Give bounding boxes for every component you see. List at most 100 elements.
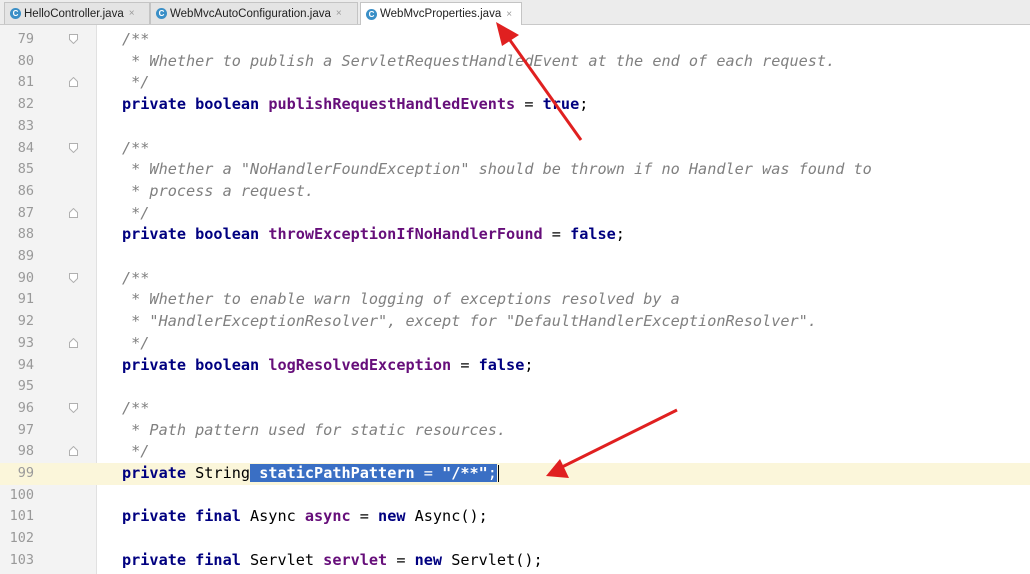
code-text: /** — [122, 268, 149, 290]
code-text: */ — [122, 441, 149, 463]
code-line[interactable]: 82 private boolean publishRequestHandledE… — [0, 94, 1030, 116]
close-icon[interactable]: × — [129, 8, 135, 19]
code-line[interactable]: 79 /** — [0, 29, 1030, 51]
code-token: false — [570, 225, 616, 244]
line-number: 91 — [17, 291, 34, 308]
fold-open-icon[interactable] — [69, 142, 78, 153]
code-token: * Whether to enable warn logging of exce… — [122, 290, 680, 309]
code-token: private final — [122, 550, 251, 569]
code-text: * process a request. — [122, 181, 314, 203]
code-token: Async — [250, 507, 305, 526]
tab-webmvc-auto-configuration[interactable]: C WebMvcAutoConfiguration.java × — [150, 2, 358, 24]
code-line[interactable]: 103 private final Servlet servlet = new S… — [0, 550, 1030, 572]
selected-token: staticPathPattern — [259, 464, 415, 482]
code-token: Servlet(); — [451, 550, 543, 569]
code-token: ; — [579, 95, 589, 114]
code-text: * Whether to enable warn logging of exce… — [122, 289, 680, 311]
selected-token: "/**" — [442, 464, 488, 482]
code-line[interactable]: 84 /** — [0, 138, 1030, 160]
code-line[interactable]: 95 — [0, 376, 1030, 398]
code-token: private — [122, 464, 196, 482]
close-icon[interactable]: × — [336, 8, 342, 19]
code-line[interactable]: 97 * Path pattern used for static resour… — [0, 420, 1030, 442]
line-number: 90 — [17, 269, 34, 286]
code-token: async — [304, 507, 351, 526]
code-text: private final Servlet servlet = new Serv… — [122, 550, 543, 572]
code-line[interactable]: 96 /** — [0, 398, 1030, 420]
code-line[interactable]: 87 */ — [0, 203, 1030, 225]
line-number: 79 — [17, 31, 34, 47]
code-token: */ — [122, 203, 150, 222]
code-text: */ — [122, 333, 149, 355]
code-token: /** — [122, 138, 150, 157]
code-token: * "HandlerExceptionResolver", except for… — [122, 312, 817, 331]
code-line[interactable]: 90 /** — [0, 268, 1030, 290]
fold-open-icon[interactable] — [69, 272, 78, 283]
fold-close-icon[interactable] — [69, 337, 78, 348]
line-number: 96 — [17, 399, 34, 416]
code-token: ; — [615, 225, 625, 244]
code-token: * process a request. — [122, 181, 315, 200]
line-number: 100 — [9, 486, 34, 503]
code-text: */ — [122, 72, 149, 94]
code-text: * Path pattern used for static resources… — [122, 420, 506, 442]
tab-label: WebMvcAutoConfiguration.java — [170, 7, 331, 20]
code-line[interactable]: 92 * "HandlerExceptionResolver", except … — [0, 311, 1030, 333]
code-token: logResolvedException — [268, 355, 452, 374]
code-token: */ — [122, 333, 150, 352]
code-token: */ — [122, 73, 150, 92]
code-token: new — [378, 507, 415, 526]
code-line[interactable]: 86 * process a request. — [0, 181, 1030, 203]
line-number: 92 — [17, 313, 34, 330]
code-token: = — [387, 550, 415, 569]
code-line-current[interactable]: 99 private String staticPathPattern = "/*… — [0, 463, 1030, 485]
line-number: 99 — [17, 465, 34, 481]
code-text: * "HandlerExceptionResolver", except for… — [122, 311, 817, 333]
line-number: 93 — [17, 334, 34, 351]
tab-hello-controller[interactable]: C HelloController.java × — [4, 2, 150, 24]
code-token: new — [414, 550, 452, 569]
code-line[interactable]: 83 — [0, 116, 1030, 138]
code-line[interactable]: 81 */ — [0, 72, 1030, 94]
line-number: 94 — [17, 356, 34, 373]
fold-close-icon[interactable] — [69, 77, 78, 88]
code-line[interactable]: 94 private boolean logResolvedException =… — [0, 355, 1030, 377]
code-token: /** — [122, 398, 150, 417]
class-icon: C — [10, 8, 21, 19]
code-token: Async(); — [414, 507, 488, 526]
line-number: 103 — [9, 551, 34, 568]
code-line[interactable]: 100 — [0, 485, 1030, 507]
code-editor[interactable]: 79 /** 80 * Whether to publish a ServletRe… — [0, 25, 1030, 574]
fold-close-icon[interactable] — [69, 207, 78, 218]
code-line[interactable]: 89 — [0, 246, 1030, 268]
close-icon[interactable]: × — [506, 9, 512, 20]
code-line[interactable]: 93 */ — [0, 333, 1030, 355]
code-text: * Whether a "NoHandlerFoundException" sh… — [122, 159, 872, 181]
fold-open-icon[interactable] — [69, 402, 78, 413]
fold-open-icon[interactable] — [69, 34, 78, 44]
code-line[interactable]: 91 * Whether to enable warn logging of e… — [0, 289, 1030, 311]
line-number: 81 — [17, 74, 34, 91]
code-token: publishRequestHandledEvents — [268, 95, 516, 114]
code-token: ; — [524, 355, 534, 374]
selected-token: ; — [487, 464, 497, 482]
code-line[interactable]: 85 * Whether a "NoHandlerFoundException"… — [0, 159, 1030, 181]
fold-close-icon[interactable] — [69, 446, 78, 457]
code-token: private boolean — [122, 355, 269, 374]
line-number: 88 — [17, 226, 34, 243]
line-number: 89 — [17, 248, 34, 264]
code-line[interactable]: 98 */ — [0, 441, 1030, 463]
code-line[interactable]: 88 private boolean throwExceptionIfNoHand… — [0, 224, 1030, 246]
class-icon: C — [156, 8, 167, 19]
text-caret — [497, 465, 499, 482]
code-token: true — [542, 95, 580, 114]
code-token: = — [542, 225, 571, 244]
code-line[interactable]: 102 — [0, 528, 1030, 550]
code-line[interactable]: 101 private final Async async = new Async… — [0, 506, 1030, 528]
code-text: private String staticPathPattern = "/**"… — [122, 463, 499, 485]
editor-tab-bar: C HelloController.java × C WebMvcAutoCon… — [0, 0, 1030, 25]
code-token: Servlet — [250, 550, 324, 569]
code-line[interactable]: 80 * Whether to publish a ServletRequest… — [0, 51, 1030, 73]
line-number: 84 — [17, 139, 34, 156]
tab-webmvc-properties[interactable]: C WebMvcProperties.java × — [360, 2, 522, 25]
